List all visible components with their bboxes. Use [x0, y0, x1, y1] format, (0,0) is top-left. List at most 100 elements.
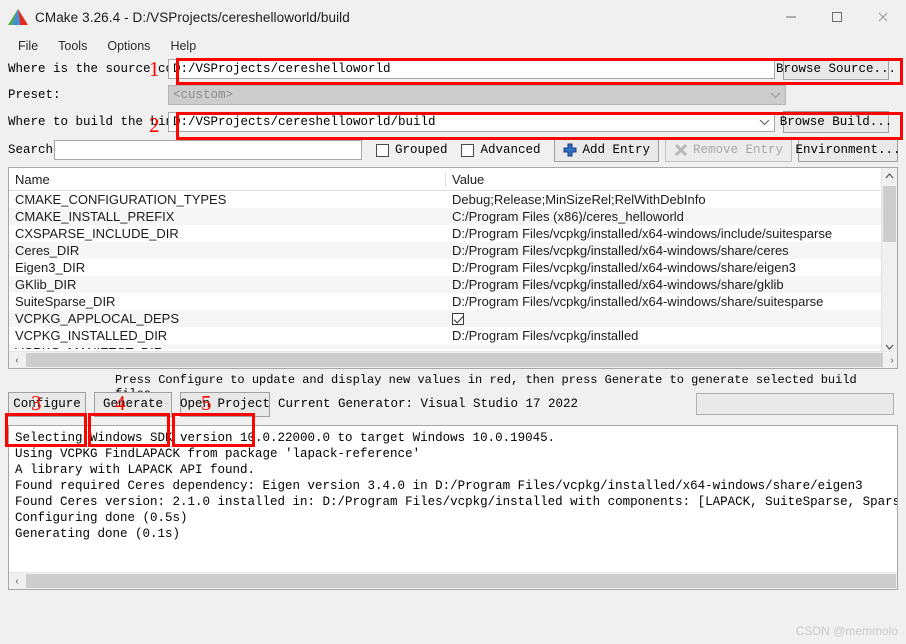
- table-row[interactable]: SuiteSparse_DIRD:/Program Files/vcpkg/in…: [9, 293, 897, 310]
- build-binaries-value: D:/VSProjects/cereshelloworld/build: [169, 115, 754, 129]
- table-header-row: Name Value: [9, 168, 897, 191]
- cell-value[interactable]: D:/Program Files/vcpkg/installed/x64-win…: [446, 243, 897, 258]
- generate-button[interactable]: Generate: [94, 392, 172, 417]
- open-project-button[interactable]: Open Project: [180, 392, 270, 417]
- log-scroll-left-icon[interactable]: ‹: [9, 576, 25, 587]
- menu-tools[interactable]: Tools: [48, 37, 97, 55]
- search-input[interactable]: [54, 140, 362, 160]
- cell-value[interactable]: D:/Program Files/vcpkg/installed/x64-win…: [446, 294, 897, 309]
- action-buttons-row: Configure Generate Open Project Current …: [0, 389, 906, 419]
- grouped-label: Grouped: [395, 143, 448, 157]
- add-entry-label: Add Entry: [582, 143, 650, 157]
- cmake-gui-window: CMake 3.26.4 - D:/VSProjects/cereshellow…: [0, 0, 906, 644]
- paths-form: Where is the source code: D:/VSProjects/…: [0, 57, 906, 163]
- table-row[interactable]: VCPKG_INSTALLED_DIRD:/Program Files/vcpk…: [9, 327, 897, 344]
- cell-name: VCPKG_APPLOCAL_DEPS: [9, 311, 446, 326]
- progress-bar: [696, 393, 894, 415]
- preset-dropdown[interactable]: <custom>: [168, 85, 786, 105]
- close-icon[interactable]: [860, 0, 906, 34]
- table-row[interactable]: Eigen3_DIRD:/Program Files/vcpkg/install…: [9, 259, 897, 276]
- cmake-triangle-logo: [7, 7, 29, 27]
- cell-value[interactable]: D:/Program Files/vcpkg/installed/x64-win…: [446, 226, 897, 241]
- cell-name: VCPKG_MANIFEST_DIR: [9, 345, 446, 349]
- plus-icon: [563, 143, 577, 157]
- preset-value: <custom>: [169, 88, 765, 102]
- table-row[interactable]: VCPKG_APPLOCAL_DEPS: [9, 310, 897, 327]
- cell-value[interactable]: D:/Program Files/vcpkg/installed: [446, 328, 897, 343]
- cell-name: SuiteSparse_DIR: [9, 294, 446, 309]
- remove-entry-button: Remove Entry: [665, 139, 792, 162]
- cell-name: GKlib_DIR: [9, 277, 446, 292]
- table-row[interactable]: CMAKE_CONFIGURATION_TYPESDebug;Release;M…: [9, 191, 897, 208]
- window-controls: [768, 0, 906, 34]
- preset-label: Preset:: [8, 88, 168, 102]
- chevron-down-icon: [765, 92, 785, 99]
- search-row: Search: Grouped Advanced Add Entry: [8, 137, 898, 163]
- minimize-icon[interactable]: [768, 0, 814, 34]
- add-entry-button[interactable]: Add Entry: [554, 139, 659, 162]
- cell-value[interactable]: D:/Program Files/vcpkg/installed/x64-win…: [446, 277, 897, 292]
- build-binaries-field[interactable]: D:/VSProjects/cereshelloworld/build: [168, 112, 775, 132]
- cell-value[interactable]: Debug;Release;MinSizeRel;RelWithDebInfo: [446, 192, 897, 207]
- build-binaries-label: Where to build the binaries:: [8, 115, 168, 129]
- log-horizontal-scrollbar[interactable]: ‹: [9, 572, 897, 589]
- menu-file[interactable]: File: [8, 37, 48, 55]
- menu-bar: File Tools Options Help: [0, 34, 906, 57]
- scroll-right-icon[interactable]: ›: [884, 355, 898, 366]
- table-row[interactable]: VCPKG_MANIFEST_DIR: [9, 344, 897, 349]
- grouped-checkbox[interactable]: Grouped: [376, 143, 448, 157]
- title-bar: CMake 3.26.4 - D:/VSProjects/cereshellow…: [0, 0, 906, 34]
- table-row[interactable]: Ceres_DIRD:/Program Files/vcpkg/installe…: [9, 242, 897, 259]
- watermark: CSDN @memmolo: [796, 624, 898, 638]
- remove-x-icon: [674, 143, 688, 157]
- output-log-panel: Selecting Windows SDK version 10.0.22000…: [8, 425, 898, 590]
- source-row: Where is the source code: D:/VSProjects/…: [8, 57, 898, 81]
- cell-value[interactable]: [446, 311, 897, 326]
- scroll-left-icon[interactable]: ‹: [9, 355, 25, 366]
- chevron-down-icon[interactable]: [754, 119, 774, 126]
- source-code-label: Where is the source code:: [8, 62, 168, 76]
- cell-name: CXSPARSE_INCLUDE_DIR: [9, 226, 446, 241]
- cell-checkbox[interactable]: [452, 313, 464, 325]
- cell-name: Ceres_DIR: [9, 243, 446, 258]
- environment-button[interactable]: Environment...: [798, 139, 898, 162]
- cell-value[interactable]: C:/Program Files (x86)/ceres_helloworld: [446, 209, 897, 224]
- cell-name: CMAKE_CONFIGURATION_TYPES: [9, 192, 446, 207]
- maximize-icon[interactable]: [814, 0, 860, 34]
- table-body: CMAKE_CONFIGURATION_TYPESDebug;Release;M…: [9, 191, 897, 349]
- menu-help[interactable]: Help: [160, 37, 206, 55]
- output-log-text: Selecting Windows SDK version 10.0.22000…: [9, 426, 897, 542]
- table-row[interactable]: CMAKE_INSTALL_PREFIXC:/Program Files (x8…: [9, 208, 897, 225]
- scroll-up-icon[interactable]: [882, 168, 897, 183]
- remove-entry-label: Remove Entry: [693, 143, 783, 157]
- grouped-checkbox-box[interactable]: [376, 144, 389, 157]
- advanced-label: Advanced: [480, 143, 540, 157]
- cell-name: VCPKG_INSTALLED_DIR: [9, 328, 446, 343]
- log-scroll-thumb[interactable]: [26, 574, 896, 588]
- search-label: Search:: [8, 143, 54, 157]
- table-row[interactable]: CXSPARSE_INCLUDE_DIRD:/Program Files/vcp…: [9, 225, 897, 242]
- table-row[interactable]: GKlib_DIRD:/Program Files/vcpkg/installe…: [9, 276, 897, 293]
- menu-options[interactable]: Options: [97, 37, 160, 55]
- cell-name: CMAKE_INSTALL_PREFIX: [9, 209, 446, 224]
- advanced-checkbox[interactable]: Advanced: [461, 143, 540, 157]
- browse-source-button[interactable]: Browse Source...: [783, 58, 889, 80]
- configure-hint: Press Configure to update and display ne…: [0, 373, 906, 389]
- binaries-row: Where to build the binaries: D:/VSProjec…: [8, 109, 898, 135]
- cache-variables-table: Name Value CMAKE_CONFIGURATION_TYPESDebu…: [8, 167, 898, 369]
- column-header-value[interactable]: Value: [446, 172, 897, 187]
- table-hscroll-thumb[interactable]: [26, 353, 883, 367]
- window-title: CMake 3.26.4 - D:/VSProjects/cereshellow…: [35, 10, 350, 25]
- cell-value[interactable]: D:/Program Files/vcpkg/installed/x64-win…: [446, 260, 897, 275]
- table-scroll-thumb[interactable]: [883, 186, 896, 242]
- table-vertical-scrollbar[interactable]: [881, 168, 897, 354]
- configure-button[interactable]: Configure: [8, 392, 86, 417]
- cell-name: Eigen3_DIR: [9, 260, 446, 275]
- source-code-field[interactable]: D:/VSProjects/cereshelloworld: [168, 59, 775, 79]
- advanced-checkbox-box[interactable]: [461, 144, 474, 157]
- current-generator-label: Current Generator: Visual Studio 17 2022: [278, 397, 578, 411]
- column-header-name[interactable]: Name: [9, 172, 446, 187]
- table-horizontal-scrollbar[interactable]: ‹ ›: [9, 351, 898, 368]
- preset-row: Preset: <custom>: [8, 83, 898, 107]
- browse-build-button[interactable]: Browse Build...: [783, 111, 889, 133]
